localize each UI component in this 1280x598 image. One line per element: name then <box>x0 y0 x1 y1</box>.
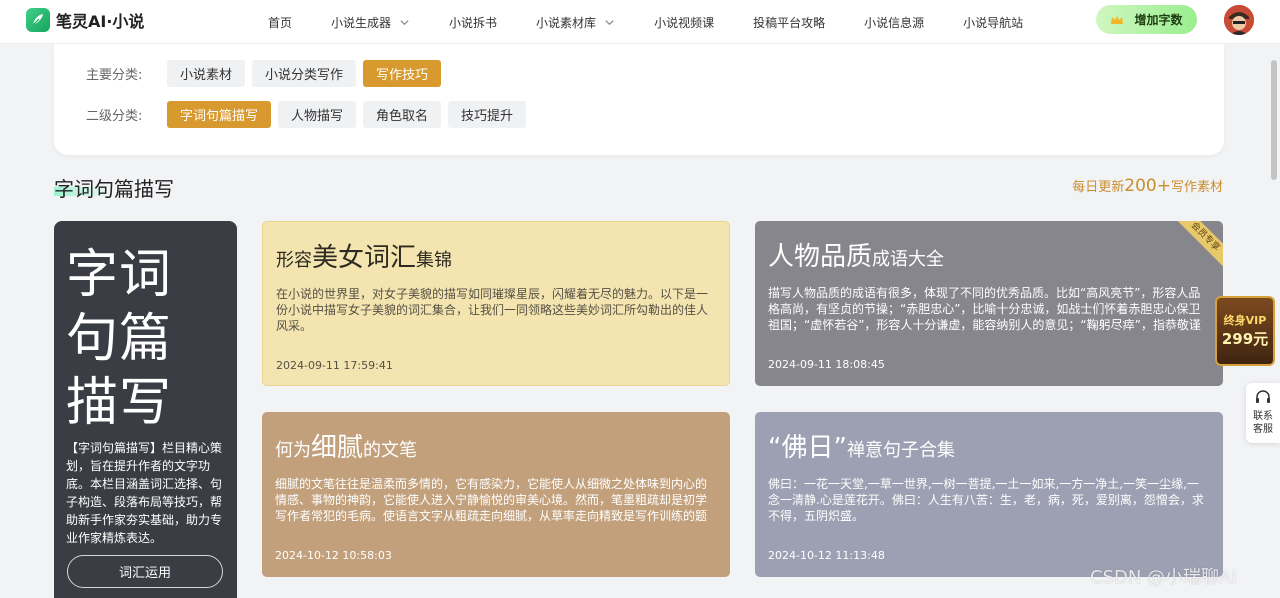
nav-label: 小说信息源 <box>864 15 925 30</box>
member-only-ribbon: 会员专享 <box>1171 221 1223 271</box>
add-words-label: 增加字数 <box>1134 13 1183 27</box>
chip-novel-material[interactable]: 小说素材 <box>167 60 246 87</box>
nav-book-analysis[interactable]: 小说拆书 <box>449 14 497 31</box>
csdn-watermark: CSDN @小瑞聊AI <box>1090 567 1237 588</box>
article-title: “佛日”禅意句子合集 <box>768 433 955 463</box>
nav-label: 小说视频课 <box>654 15 715 30</box>
article-summary: 佛曰：一花一天堂,一草一世界,一树一菩提,一土一如来,一方一净土,一笑一尘缘,一… <box>768 477 1204 523</box>
article-card[interactable]: 何为细腻的文笔 细腻的文笔往往是温柔而多情的，它有感染力，它能使人从细微之处体味… <box>262 412 730 577</box>
article-date: 2024-09-11 17:59:41 <box>276 359 393 372</box>
lifetime-vip-badge[interactable]: 终身VIP 299元 <box>1215 296 1275 366</box>
support-label: 联系客服 <box>1253 411 1273 435</box>
main-nav: 首页 小说生成器 小说拆书 小说素材库 小说视频课 投稿平台攻略 小说信息源 小… <box>268 0 1062 44</box>
article-summary: 细腻的文笔往往是温柔而多情的，它有感染力，它能使人从细微之处体味到内心的情感、事… <box>275 477 708 523</box>
site-name: 笔灵AI·小说 <box>56 12 145 31</box>
vip-price: 299元 <box>1221 330 1269 348</box>
nav-video-course[interactable]: 小说视频课 <box>654 14 714 31</box>
chip-character-naming[interactable]: 角色取名 <box>363 101 442 128</box>
section-title: 字词句篇描写 <box>54 173 174 202</box>
chip-skill-improvement[interactable]: 技巧提升 <box>448 101 527 128</box>
article-date: 2024-10-12 10:58:03 <box>275 549 392 562</box>
nav-label: 小说拆书 <box>449 15 498 30</box>
avatar-image-icon <box>1224 5 1254 35</box>
nav-label: 小说素材库 <box>536 15 597 30</box>
crown-icon <box>1111 15 1124 24</box>
nav-label: 小说生成器 <box>331 15 392 30</box>
secondary-category-row: 二级分类: 字词句篇描写 人物描写 角色取名 技巧提升 <box>86 101 533 128</box>
chevron-down-icon <box>605 19 614 25</box>
chip-word-sentence-description[interactable]: 字词句篇描写 <box>167 101 272 128</box>
secondary-category-label: 二级分类: <box>86 109 143 124</box>
article-title: 何为细腻的文笔 <box>275 433 418 463</box>
nav-label: 投稿平台攻略 <box>753 15 826 30</box>
user-avatar[interactable] <box>1224 5 1254 35</box>
nav-novel-generator[interactable]: 小说生成器 <box>331 14 410 31</box>
article-title: 形容美女词汇集锦 <box>276 243 453 273</box>
article-title: 人物品质成语大全 <box>768 242 945 272</box>
site-logo[interactable]: 笔灵AI·小说 <box>26 8 144 32</box>
category-intro-card: 字词句篇描写 【字词句篇描写】栏目精心策划，旨在提升作者的文字功底。本栏目涵盖词… <box>54 221 237 598</box>
update-count: 200+ <box>1124 176 1171 196</box>
update-prefix: 每日更新 <box>1072 180 1125 195</box>
nav-navigation-site[interactable]: 小说导航站 <box>963 14 1023 31</box>
vocabulary-usage-button[interactable]: 词汇运用 <box>67 555 223 588</box>
article-card[interactable]: 形容美女词汇集锦 在小说的世界里，对女子美貌的描写如同璀璨星辰，闪耀着无尽的魅力… <box>262 221 730 386</box>
customer-service-button[interactable]: 联系客服 <box>1246 383 1280 443</box>
article-summary: 在小说的世界里，对女子美貌的描写如同璀璨星辰，闪耀着无尽的魅力。以下是一份小说中… <box>276 287 709 333</box>
chip-writing-skills[interactable]: 写作技巧 <box>363 60 442 87</box>
update-suffix: 写作素材 <box>1170 180 1223 195</box>
article-date: 2024-09-11 18:08:45 <box>768 358 885 371</box>
vip-label: 终身VIP <box>1223 314 1267 327</box>
top-header: 笔灵AI·小说 首页 小说生成器 小说拆书 小说素材库 小说视频课 投稿平台攻略… <box>0 0 1280 44</box>
daily-update-note: 每日更新200+写作素材 <box>1072 176 1223 196</box>
headset-icon <box>1256 390 1270 403</box>
nav-home[interactable]: 首页 <box>268 14 292 31</box>
category-filter-panel: 主要分类: 小说素材 小说分类写作 写作技巧 二级分类: 字词句篇描写 人物描写… <box>54 44 1224 155</box>
nav-material-library[interactable]: 小说素材库 <box>536 14 615 31</box>
chip-genre-writing[interactable]: 小说分类写作 <box>252 60 357 87</box>
chip-character-description[interactable]: 人物描写 <box>278 101 357 128</box>
add-words-button[interactable]: 增加字数 <box>1096 5 1197 34</box>
article-card[interactable]: 会员专享 人物品质成语大全 描写人物品质的成语有很多，体现了不同的优秀品质。比如… <box>755 221 1223 386</box>
nav-submission-guide[interactable]: 投稿平台攻略 <box>753 14 825 31</box>
nav-label: 小说导航站 <box>963 15 1024 30</box>
category-description: 【字词句篇描写】栏目精心策划，旨在提升作者的文字功底。本栏目涵盖词汇选择、句子构… <box>66 441 223 545</box>
category-big-title: 字词句篇描写 <box>66 245 173 433</box>
page-scrollbar[interactable] <box>1271 60 1277 180</box>
chevron-down-icon <box>400 19 409 25</box>
primary-category-label: 主要分类: <box>86 68 143 83</box>
article-summary: 描写人物品质的成语有很多，体现了不同的优秀品质。比如“高风亮节”，形容人品格高尚… <box>768 286 1201 332</box>
feather-logo-icon <box>26 8 50 32</box>
section-title-text: 字词句篇描写 <box>54 177 174 201</box>
primary-category-row: 主要分类: 小说素材 小说分类写作 写作技巧 <box>86 60 448 87</box>
nav-info-source[interactable]: 小说信息源 <box>864 14 924 31</box>
nav-label: 首页 <box>268 15 293 30</box>
article-card[interactable]: “佛日”禅意句子合集 佛曰：一花一天堂,一草一世界,一树一菩提,一土一如来,一方… <box>755 412 1223 577</box>
article-date: 2024-10-12 11:13:48 <box>768 549 885 562</box>
